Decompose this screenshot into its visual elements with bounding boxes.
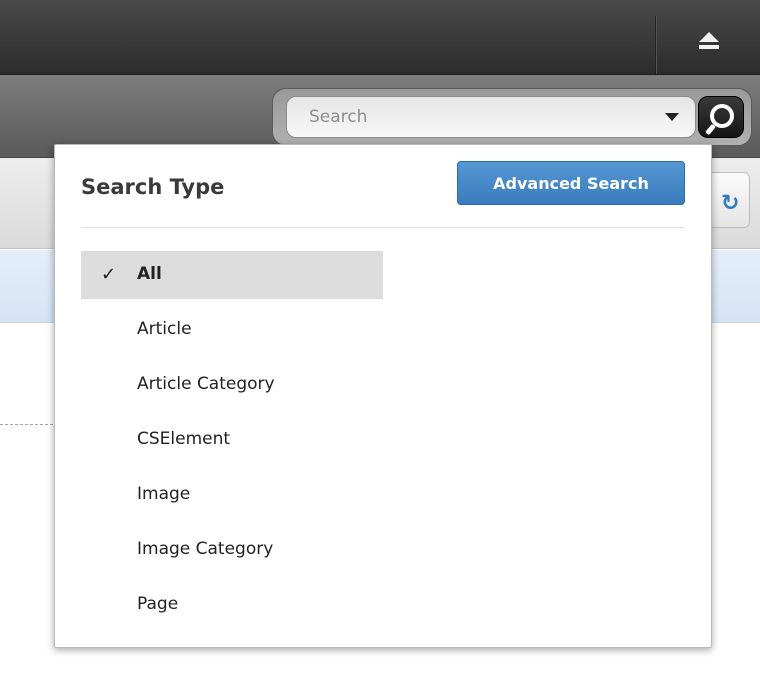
eject-icon[interactable]: [694, 32, 724, 60]
search-type-label: Article: [137, 319, 192, 339]
search-type-label: Article Category: [137, 374, 275, 394]
search-type-option[interactable]: Page: [81, 581, 383, 629]
advanced-search-button[interactable]: Advanced Search: [457, 161, 685, 205]
search-type-option[interactable]: Article Category: [81, 361, 383, 409]
search-type-option[interactable]: CSElement: [81, 416, 383, 464]
top-bar: [0, 0, 760, 75]
search-type-label: Page: [137, 594, 179, 614]
search-type-label: CSElement: [137, 429, 231, 449]
search-type-option[interactable]: ✓ All: [81, 251, 383, 299]
search-type-label: Image Category: [137, 539, 274, 559]
checkmark-icon: ✓: [101, 264, 117, 285]
search-type-option[interactable]: Image Category: [81, 526, 383, 574]
search-input[interactable]: [286, 96, 696, 138]
refresh-button[interactable]: ↻: [706, 172, 750, 228]
divider: [0, 424, 58, 425]
popover-title: Search Type: [81, 175, 225, 199]
search-type-option[interactable]: Article: [81, 306, 383, 354]
chevron-down-icon[interactable]: [665, 113, 679, 121]
topbar-separator: [656, 16, 657, 74]
search-type-label: All: [137, 264, 162, 284]
refresh-icon: ↻: [721, 191, 740, 216]
search-button[interactable]: [698, 96, 744, 138]
search-type-option[interactable]: Image: [81, 471, 383, 519]
popover-divider: [81, 227, 685, 228]
search-type-list: ✓ All Article Article Category CSElement Imag…: [81, 251, 383, 636]
search-type-popover: Search Type Advanced Search ✓ All Article A…: [54, 144, 712, 648]
search-type-label: Image: [137, 484, 191, 504]
